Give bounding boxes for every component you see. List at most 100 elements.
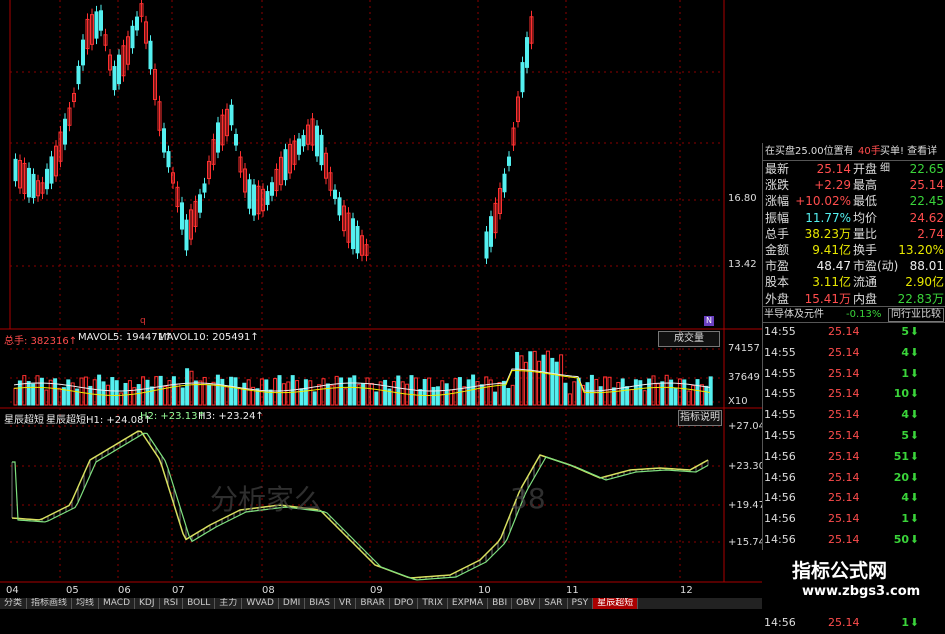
volume-bar — [497, 382, 502, 406]
quote-key: 均价 — [853, 210, 878, 225]
quote-key: 振幅 — [765, 210, 790, 225]
indicator-tab[interactable]: MACD — [99, 598, 136, 609]
volume-selector-button[interactable]: 成交量 — [658, 331, 720, 347]
volume-bar — [449, 389, 454, 406]
candle-body — [130, 25, 135, 49]
volume-bar — [695, 379, 700, 406]
indicator-tab[interactable]: RSI — [160, 598, 184, 609]
marker-q: q — [140, 316, 146, 326]
volume-bar — [145, 379, 150, 406]
indicator-tab[interactable]: 指标画线 — [27, 598, 73, 609]
volume-bar — [273, 378, 278, 406]
indicator-tab[interactable]: BBI — [488, 598, 513, 609]
quote-value: 3.11亿 — [812, 275, 851, 290]
indicator-lines — [11, 430, 709, 581]
indicator-tab[interactable]: DPO — [390, 598, 419, 609]
candle-body — [49, 156, 54, 184]
indicator-axis-label: +15.74 — [728, 537, 766, 548]
quote-key: 股本 — [765, 275, 790, 290]
indicator-help-button[interactable]: 指标说明 — [678, 410, 722, 426]
arrow-down-icon: ⬇ — [909, 366, 919, 380]
volume-bar — [391, 381, 396, 406]
volume-bar — [427, 377, 432, 406]
x-axis-label: 11 — [566, 585, 579, 596]
tick-volume: 10 — [893, 387, 909, 401]
candle-body — [507, 156, 511, 166]
quote-row: 涨跌 +2.29 最高 25.14 — [763, 177, 945, 193]
sector-compare-button[interactable]: 同行业比较 — [888, 308, 944, 322]
volume-bar — [180, 387, 185, 406]
tick-list[interactable]: 14:55 25.14 5 ⬇ 14:55 25.14 4 ⬇ 14:55 25.14 1 ⬇ 14:5… — [762, 322, 945, 629]
tick-time: 14:55 — [764, 325, 796, 338]
volume-bar — [413, 377, 418, 406]
tick-price: 25.14 — [828, 428, 860, 442]
candle-body — [94, 11, 99, 39]
indicator-tab[interactable]: WVAD — [242, 598, 279, 609]
candle-body — [148, 40, 153, 70]
quote-value: 13.20% — [898, 242, 944, 257]
indicator-tab[interactable]: OBV — [512, 598, 541, 609]
volume-bar — [484, 376, 489, 406]
quote-key: 最新 — [765, 162, 790, 176]
volume-bar — [44, 389, 49, 406]
quote-key: 总手 — [765, 226, 790, 241]
indicator-tab[interactable]: VR — [335, 598, 357, 609]
volume-bar — [515, 351, 520, 406]
candle-body — [525, 37, 529, 68]
indicator-tab[interactable]: KDJ — [135, 598, 160, 609]
indicator-tab[interactable]: 星辰超短 — [593, 598, 639, 609]
volume-axis-label: 74157 — [728, 343, 760, 354]
indicator-tab[interactable]: 分类 — [0, 598, 28, 609]
indicator-tab[interactable]: PSY — [568, 598, 594, 609]
volume-bar — [457, 377, 462, 406]
quote-header-text: 在买盘25.00位置有 — [765, 146, 854, 157]
price-candles[interactable] — [13, 0, 534, 265]
tick-volume: 50 — [893, 532, 909, 546]
volume-bar — [541, 354, 546, 406]
candle-body — [315, 125, 319, 157]
indicator-tab[interactable]: DMI — [279, 598, 306, 609]
volume-bar — [669, 379, 674, 406]
indicator-tab[interactable]: SAR — [540, 598, 568, 609]
volume-bar — [339, 377, 344, 406]
tick-volume: 4 — [901, 345, 909, 359]
quote-value: +2.29 — [814, 178, 851, 193]
volume-bar — [620, 378, 625, 406]
candle-body — [202, 183, 207, 193]
quote-key: 涨幅 — [765, 194, 790, 209]
indicator-axis-label: +23.30 — [728, 461, 766, 472]
volume-bar — [83, 376, 88, 406]
volume-bar — [651, 375, 656, 406]
volume-bar — [585, 382, 590, 406]
flag-icon[interactable]: N — [704, 316, 714, 326]
quote-value: 15.41万 — [804, 291, 851, 306]
candle-body — [135, 16, 139, 31]
quote-key: 开盘 — [853, 162, 878, 176]
volume-bar — [647, 378, 652, 406]
indicator-tab[interactable]: 均线 — [72, 598, 100, 609]
indicator-tab[interactable]: 主力 — [215, 598, 243, 609]
tick-time: 14:56 — [764, 449, 796, 463]
candle-body — [81, 39, 85, 66]
indicator-tab[interactable]: BIAS — [305, 598, 335, 609]
volume-bar — [317, 384, 322, 406]
indicator-tab[interactable]: BOLL — [183, 598, 216, 609]
volume-bar — [163, 386, 168, 406]
volume-bar — [545, 350, 550, 406]
candle-body — [112, 66, 117, 91]
tick-price: 25.14 — [828, 449, 860, 463]
volume-bar — [361, 383, 366, 406]
volume-bar — [242, 382, 247, 406]
candle-body — [520, 62, 525, 93]
indicator-tab[interactable]: TRIX — [418, 598, 448, 609]
tick-row: 14:55 25.14 4 ⬇ — [762, 405, 945, 426]
quote-row: 股本 3.11亿 流通 2.90亿 — [763, 274, 945, 290]
volume-bar — [550, 357, 555, 406]
volume-bar — [466, 379, 471, 406]
volume-bar — [374, 391, 379, 406]
indicator-tab[interactable]: EXPMA — [448, 598, 489, 609]
tick-row: 14:55 25.14 5 ⬇ — [762, 426, 945, 447]
volume-bar — [321, 378, 326, 406]
indicator-tab[interactable]: BRAR — [356, 598, 390, 609]
candle-body — [301, 135, 306, 147]
